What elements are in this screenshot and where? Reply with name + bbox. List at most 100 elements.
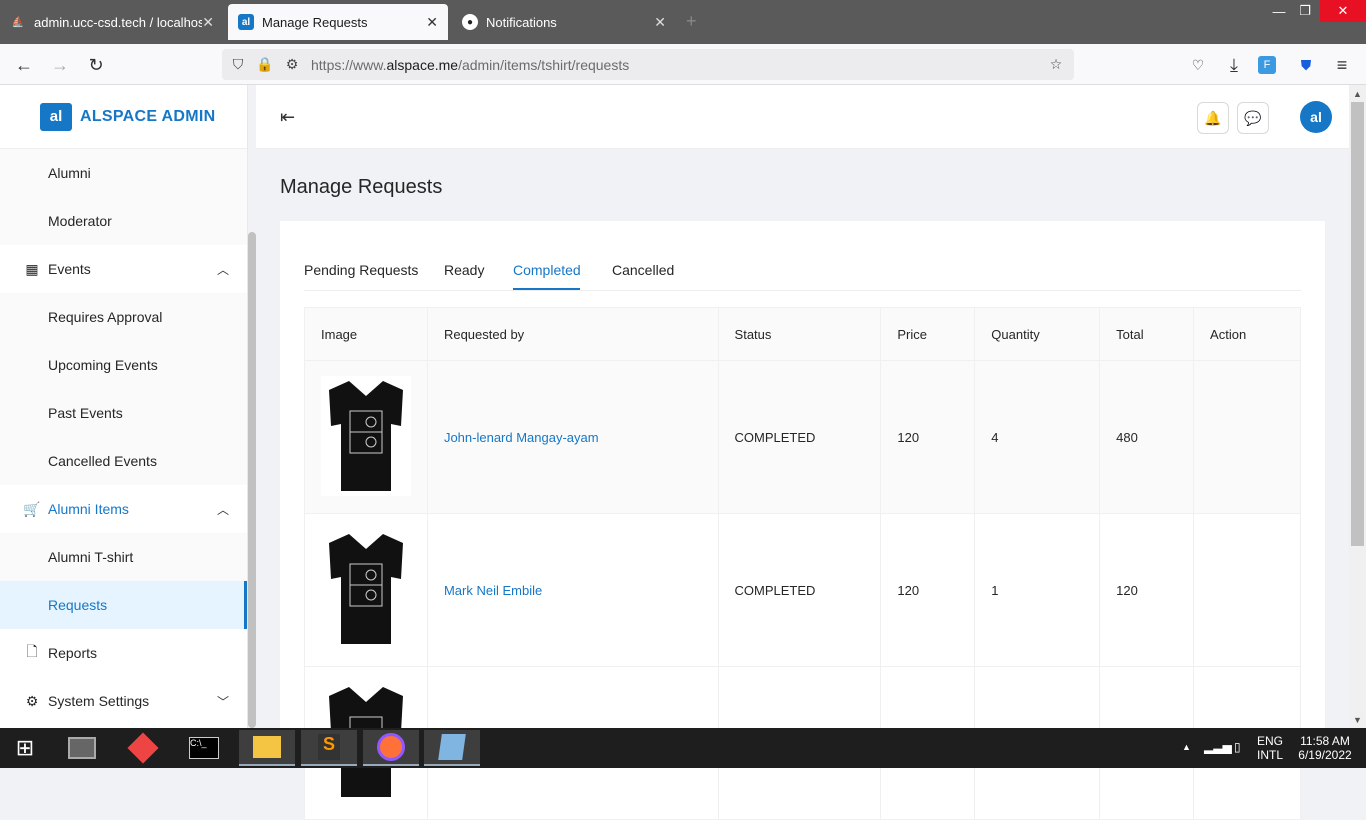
terminal-icon[interactable]: C:\_ [176, 730, 232, 766]
page-scrollbar-thumb[interactable] [1351, 102, 1364, 546]
collapse-menu-icon[interactable]: ⇤ [280, 107, 295, 128]
messages-icon[interactable]: 💬 [1237, 102, 1269, 134]
requested-by-cell: Mark Neil Embile [426, 513, 719, 667]
price-cell: 120 [880, 360, 976, 514]
sidebar-item-reports[interactable]: 🗋 Reports [0, 629, 247, 677]
scroll-up-icon[interactable]: ▲ [1349, 85, 1366, 102]
download-icon[interactable]: ⤓ [1222, 53, 1246, 77]
sidebar-item-events[interactable]: ▦ Events ︿ [0, 245, 247, 293]
price-cell: 120 [880, 513, 976, 667]
quantity-cell: 4 [974, 360, 1101, 514]
chevron-down-icon: ﹀ [216, 695, 229, 709]
battery-icon[interactable]: ▯ [1234, 740, 1241, 754]
brand-name: ALSPACE ADMIN [80, 107, 216, 125]
sidebar-item-requires-approval[interactable]: Requires Approval [0, 293, 247, 341]
file-icon: 🗋 [26, 643, 38, 659]
column-header: Quantity [974, 307, 1101, 361]
requester-link[interactable]: John-lenard Mangay-ayam [444, 430, 599, 445]
github-icon: ● [462, 14, 478, 30]
clock[interactable]: 11:58 AM 6/19/2022 [1296, 734, 1354, 762]
close-tab-icon[interactable]: ✕ [202, 14, 214, 31]
chevron-up-icon: ︿ [216, 263, 229, 277]
tab-pending-requests[interactable]: Pending Requests [304, 262, 418, 278]
tab-cancelled[interactable]: Cancelled [612, 262, 674, 278]
column-header: Status [717, 307, 882, 361]
language-indicator[interactable]: ENG INTL [1257, 734, 1283, 762]
extension-icon[interactable]: F [1258, 56, 1276, 74]
image-cell [304, 360, 428, 514]
request-tabs: Pending Requests Ready Completed Cancell… [304, 251, 1301, 291]
browser-tab-strip: ⛵ admin.ucc-csd.tech / localhost ✕ al Ma… [0, 0, 1366, 44]
sidebar-item-alumni[interactable]: Alumni [0, 149, 247, 197]
pocket-icon[interactable]: ♡ [1186, 53, 1210, 77]
quantity-cell: 1 [974, 513, 1101, 667]
sidebar-scrollbar[interactable] [248, 232, 256, 728]
calendar-icon: ▦ [25, 260, 39, 277]
column-header: Image [304, 307, 428, 361]
lock-icon[interactable]: 🔒 [256, 56, 273, 72]
new-tab-icon[interactable]: + [686, 11, 697, 32]
browser-tab-notifications[interactable]: ● Notifications ✕ [452, 4, 676, 40]
forward-icon[interactable]: → [48, 53, 72, 77]
windows-start-icon[interactable]: ⊞ [0, 730, 50, 766]
app-header: ⇤ 🔔 💬 al [256, 85, 1349, 149]
column-header: Action [1193, 307, 1301, 361]
bitwarden-icon[interactable]: ⛊ [1294, 53, 1318, 77]
firefox-icon[interactable] [363, 730, 419, 766]
active-tab-indicator [513, 288, 580, 290]
desktop-app-icon[interactable] [54, 730, 110, 766]
total-cell: 120 [1099, 513, 1195, 667]
total-cell: 480 [1099, 360, 1195, 514]
permissions-icon[interactable]: ⚙ [284, 56, 300, 72]
window-close-icon[interactable]: ✕ [1320, 0, 1366, 22]
status-cell: COMPLETED [717, 360, 882, 514]
sidebar: al ALSPACE ADMIN Alumni Moderator ▦ Even… [0, 85, 248, 728]
page-title: Manage Requests [280, 176, 443, 198]
bookmark-star-icon[interactable]: ☆ [1048, 56, 1064, 72]
git-icon[interactable] [115, 730, 171, 766]
shopping-cart-icon: 🛒 [23, 500, 41, 517]
browser-toolbar: ← → ↻ ⛉ 🔒 ⚙ https://www.alspace.me/admin… [0, 44, 1366, 85]
reload-icon[interactable]: ↻ [84, 53, 108, 77]
network-icon[interactable]: ▂▃▅ [1204, 740, 1232, 754]
scroll-down-icon[interactable]: ▼ [1349, 711, 1366, 728]
sidebar-item-requests[interactable]: Requests [0, 581, 247, 629]
notifications-bell-icon[interactable]: 🔔 [1197, 102, 1229, 134]
sublime-text-icon[interactable]: S [301, 730, 357, 766]
status-cell: COMPLETED [717, 513, 882, 667]
browser-tab-manage-requests[interactable]: al Manage Requests ✕ [228, 4, 448, 40]
back-icon[interactable]: ← [12, 53, 36, 77]
url-text[interactable]: https://www.alspace.me/admin/items/tshir… [311, 57, 629, 73]
brand[interactable]: al ALSPACE ADMIN [0, 85, 247, 149]
sidebar-item-system-settings[interactable]: ⚙ System Settings ﹀ [0, 677, 247, 725]
sidebar-item-upcoming-events[interactable]: Upcoming Events [0, 341, 247, 389]
tab-ready[interactable]: Ready [444, 262, 484, 278]
avatar[interactable]: al [1300, 101, 1332, 133]
image-cell [304, 513, 428, 667]
sidebar-item-moderator[interactable]: Moderator [0, 197, 247, 245]
tshirt-image[interactable] [321, 375, 411, 496]
show-hidden-icons-icon[interactable]: ▲ [1182, 740, 1191, 754]
address-bar[interactable]: ⛉ 🔒 ⚙ https://www.alspace.me/admin/items… [222, 49, 1074, 80]
notepad-icon[interactable] [424, 730, 480, 766]
requester-link[interactable]: Mark Neil Embile [444, 583, 542, 598]
sidebar-item-alumni-items[interactable]: 🛒 Alumni Items ︿ [0, 485, 247, 533]
action-cell [1193, 513, 1301, 667]
chevron-up-icon: ︿ [216, 503, 229, 517]
requested-by-cell: John-lenard Mangay-ayam [426, 360, 719, 514]
file-explorer-icon[interactable] [239, 730, 295, 766]
close-tab-icon[interactable]: ✕ [426, 14, 438, 31]
tab-completed[interactable]: Completed [513, 262, 581, 278]
tshirt-image[interactable] [321, 528, 411, 649]
close-tab-icon[interactable]: ✕ [654, 14, 666, 31]
browser-tab-phpmyadmin[interactable]: ⛵ admin.ucc-csd.tech / localhost ✕ [0, 4, 224, 40]
sidebar-item-cancelled-events[interactable]: Cancelled Events [0, 437, 247, 485]
sidebar-item-alumni-tshirt[interactable]: Alumni T-shirt [0, 533, 247, 581]
table-row: Mark Neil Embile COMPLETED 120 1 120 [304, 513, 1301, 667]
shield-icon[interactable]: ⛉ [230, 56, 246, 72]
settings-icon: ⚙ [25, 692, 39, 709]
column-header: Requested by [426, 307, 719, 361]
menu-icon[interactable]: ≡ [1330, 53, 1354, 77]
sidebar-item-past-events[interactable]: Past Events [0, 389, 247, 437]
alspace-logo: al [40, 102, 72, 131]
